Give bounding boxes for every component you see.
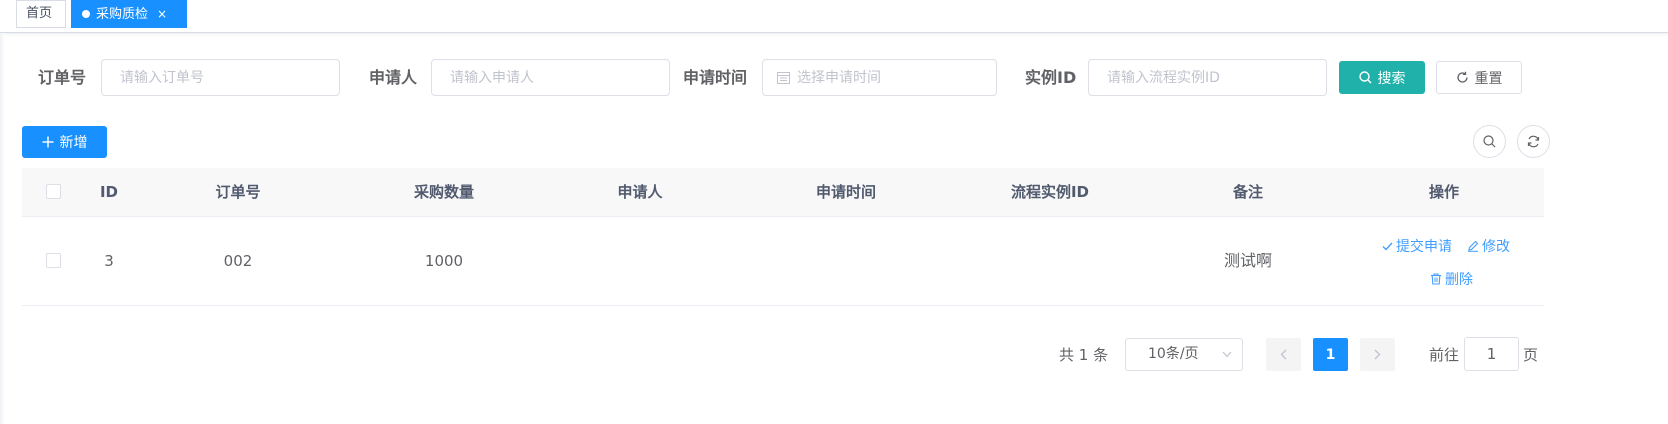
apply-time-picker[interactable]	[762, 59, 997, 96]
instance-id-label: 实例ID	[1025, 68, 1077, 87]
search-icon	[1483, 135, 1496, 148]
column-header-id: ID	[99, 183, 119, 201]
column-header-order-no: 订单号	[215, 183, 261, 201]
cell-instance-id	[950, 217, 1150, 305]
cell-id: 3	[104, 252, 114, 270]
delete-link[interactable]: 删除	[1430, 269, 1473, 289]
column-header-remark: 备注	[1232, 183, 1263, 201]
cell-quantity: 1000	[424, 252, 464, 270]
active-dot-icon	[82, 10, 90, 18]
column-header-quantity: 采购数量	[413, 183, 474, 201]
goto-unit-label: 页	[1523, 346, 1539, 364]
search-icon	[1358, 71, 1371, 84]
goto-label: 前往	[1429, 346, 1460, 364]
reset-button[interactable]: 重置	[1436, 61, 1522, 94]
tags-view-bar: 首页 采购质检 ×	[0, 0, 1668, 33]
prev-page-button[interactable]	[1266, 338, 1301, 371]
chevron-down-icon	[1222, 351, 1232, 358]
row-checkbox[interactable]	[46, 253, 61, 268]
refresh-table-button[interactable]	[1517, 125, 1550, 158]
instance-id-input[interactable]	[1088, 59, 1327, 96]
tab-home[interactable]: 首页	[16, 0, 66, 28]
column-header-instance-id: 流程实例ID	[1010, 183, 1090, 201]
plus-icon	[42, 136, 53, 148]
cell-remark: 测试啊	[1223, 251, 1272, 270]
order-no-input[interactable]	[101, 59, 340, 96]
tab-label: 采购质检	[96, 7, 149, 22]
applicant-label: 申请人	[369, 68, 418, 87]
goto-page-input[interactable]	[1464, 337, 1519, 371]
applicant-input[interactable]	[431, 59, 670, 96]
calendar-icon	[777, 72, 790, 84]
apply-time-input[interactable]	[797, 60, 987, 95]
edit-icon	[1468, 240, 1479, 252]
refresh-icon	[1456, 71, 1468, 83]
search-button-label: 搜索	[1377, 70, 1406, 87]
cell-applicant	[540, 217, 740, 305]
delete-label: 删除	[1445, 272, 1473, 288]
column-header-actions: 操作	[1428, 183, 1459, 201]
close-icon[interactable]: ×	[157, 7, 167, 21]
reset-button-label: 重置	[1474, 70, 1503, 87]
next-page-button[interactable]	[1360, 338, 1395, 371]
table-header: ID 订单号 采购数量 申请人 申请时间 流程实例ID 备注 操作	[22, 168, 1544, 217]
column-header-applicant: 申请人	[617, 183, 663, 201]
cell-order-no: 002	[223, 252, 253, 270]
refresh-icon	[1527, 135, 1540, 148]
apply-time-label: 申请时间	[683, 68, 748, 87]
page-number-current[interactable]: 1	[1313, 338, 1348, 371]
check-icon	[1382, 242, 1393, 250]
sidebar-edge	[0, 33, 5, 424]
tab-purchase-inspection[interactable]: 采购质检 ×	[71, 0, 187, 28]
chevron-right-icon	[1374, 349, 1381, 360]
order-no-label: 订单号	[38, 68, 87, 87]
pagination-total: 共 1 条	[1059, 346, 1109, 364]
submit-application-label: 提交申请	[1396, 239, 1452, 255]
page-size-select[interactable]: 10条/页	[1125, 338, 1243, 371]
chevron-left-icon	[1280, 349, 1287, 360]
cell-apply-time	[746, 217, 946, 305]
search-button[interactable]: 搜索	[1339, 61, 1425, 94]
toggle-search-button[interactable]	[1473, 125, 1506, 158]
add-button[interactable]: 新增	[22, 126, 107, 158]
page-size-value: 10条/页	[1148, 346, 1199, 362]
trash-icon	[1431, 273, 1441, 285]
edit-link[interactable]: 修改	[1467, 236, 1510, 256]
add-button-label: 新增	[59, 135, 88, 151]
edit-label: 修改	[1482, 239, 1510, 255]
select-all-checkbox[interactable]	[46, 184, 61, 199]
submit-application-link[interactable]: 提交申请	[1382, 236, 1452, 256]
table-row: 3 002 1000 测试啊 提交申请 修改 删除	[22, 217, 1544, 306]
column-header-apply-time: 申请时间	[815, 183, 876, 201]
